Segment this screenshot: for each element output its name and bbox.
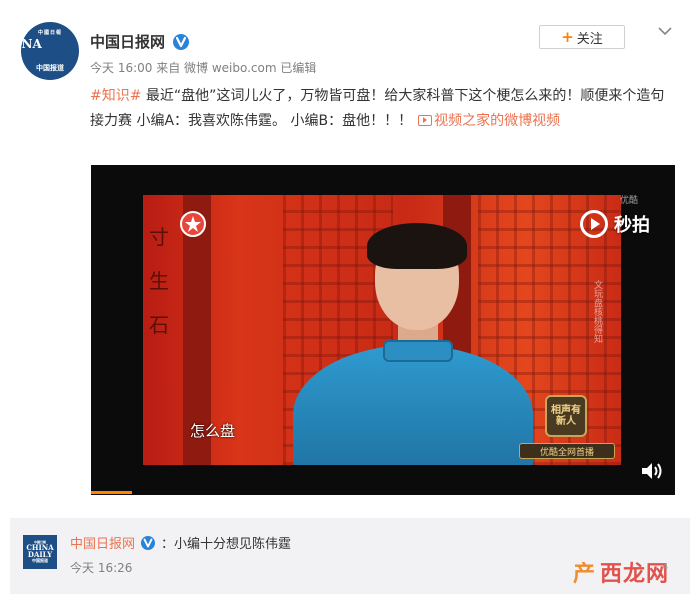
site-watermark: 产 西龙网 bbox=[573, 556, 669, 588]
follow-label: 关注 bbox=[576, 31, 603, 47]
comment-author[interactable]: 中国日报网 bbox=[70, 533, 135, 552]
video-progress-bar[interactable] bbox=[91, 491, 132, 494]
show-premiere-banner: 优酷全网首播 bbox=[519, 443, 615, 459]
chevron-down-icon[interactable] bbox=[656, 22, 674, 40]
calligraphy-scroll: 寸生石 bbox=[149, 225, 169, 337]
video-subtitle: 怎么盘 bbox=[190, 422, 236, 440]
avatar-line3: 中国报道 bbox=[36, 63, 64, 72]
show-logo-badge: 相声有新人 bbox=[545, 395, 587, 437]
performer-hair bbox=[367, 223, 467, 269]
account-name[interactable]: 中国日报网 bbox=[90, 31, 165, 52]
video-link-icon bbox=[418, 115, 433, 126]
miaopai-logo-icon bbox=[580, 210, 608, 238]
follow-button[interactable]: + 关注 bbox=[539, 25, 625, 49]
miaopai-watermark: 秒拍 bbox=[580, 210, 650, 238]
performer-collar bbox=[383, 340, 453, 362]
channel-logo-icon bbox=[180, 211, 206, 237]
video-side-caption: 文玩盘核桃得知 bbox=[592, 280, 602, 343]
comment-count: 4 bbox=[662, 562, 669, 573]
youku-watermark: 优酷 bbox=[620, 196, 639, 206]
edited-label: 已编辑 bbox=[280, 61, 317, 75]
miaopai-label: 秒拍 bbox=[614, 215, 650, 236]
account-name-row: 中国日报网 bbox=[90, 31, 190, 52]
comment-avatar[interactable]: 中國日報 CHINA DAILY 中国报道 bbox=[23, 535, 57, 569]
post-body: 最近“盘他”这词儿火了，万物皆可盘！给大家科普下这个梗怎么来的！顺便来个造句接力… bbox=[90, 88, 665, 129]
post-time-source[interactable]: 今天 16:00 来自 微博 weibo.com bbox=[90, 61, 277, 75]
topic-tag[interactable]: #知识# bbox=[90, 88, 141, 104]
verified-icon bbox=[141, 535, 156, 550]
comment-text: ：小编十分想见陈伟霆 bbox=[161, 537, 292, 552]
comment-time: 今天 16:26 bbox=[70, 561, 133, 575]
site-watermark-part1: 产 bbox=[573, 562, 597, 587]
comment-avatar-line2: DAILY bbox=[27, 550, 53, 559]
account-avatar[interactable]: 中國日報 CHINA DAILY 中国报道 bbox=[0, 22, 79, 80]
weibo-post-card: 中國日報 CHINA DAILY 中国报道 中国日报网 今天 16:00 来自 … bbox=[0, 0, 700, 600]
comment-line: 中国日报网 ：小编十分想见陈伟霆 bbox=[70, 533, 291, 552]
post-meta: 今天 16:00 来自 微博 weibo.com 已编辑 bbox=[90, 59, 316, 76]
video-source-link[interactable]: 视频之家的微博视频 bbox=[434, 113, 560, 129]
plus-icon: + bbox=[561, 28, 574, 46]
site-watermark-part2: 西龙网 bbox=[600, 562, 670, 587]
verified-icon bbox=[173, 33, 190, 50]
comment-avatar-line3: 中国报道 bbox=[32, 558, 48, 563]
avatar-top-text: 中國日報 bbox=[37, 30, 62, 36]
post-text: #知识# 最近“盘他”这词儿火了，万物皆可盘！给大家科普下这个梗怎么来的！顺便来… bbox=[90, 84, 675, 134]
volume-icon[interactable] bbox=[640, 460, 664, 482]
